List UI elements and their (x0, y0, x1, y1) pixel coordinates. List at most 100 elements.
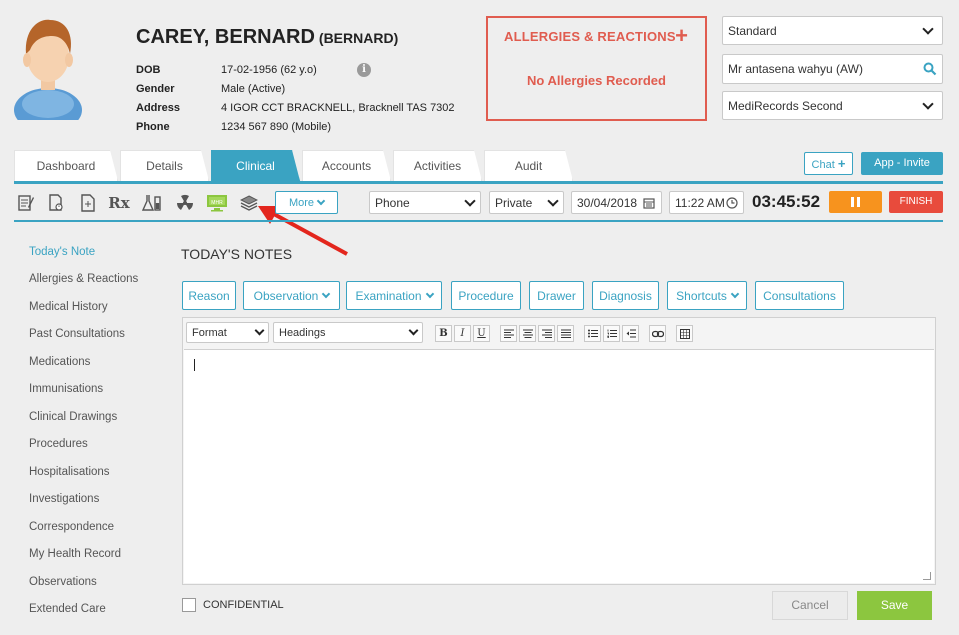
tab-dashboard[interactable]: Dashboard (14, 150, 118, 181)
allergies-panel: ALLERGIES & REACTIONS + No Allergies Rec… (486, 16, 707, 121)
observation-button[interactable]: Observation (243, 281, 340, 310)
patient-preferred-name: (BERNARD) (318, 30, 399, 46)
pause-button[interactable] (829, 191, 882, 213)
sidebar-item-hospitalisations[interactable]: Hospitalisations (29, 466, 110, 478)
confidential-checkbox[interactable] (182, 598, 196, 612)
appointment-type-select[interactable]: Standard (722, 16, 943, 45)
sidebar-item-procedures[interactable]: Procedures (29, 438, 88, 450)
address-value: 4 IGOR CCT BRACKNELL, Bracknell TAS 7302 (221, 102, 455, 114)
pause-icon (857, 197, 860, 207)
date-input[interactable]: 30/04/2018 (571, 191, 662, 214)
search-icon[interactable] (923, 62, 937, 76)
observation-label: Observation (253, 288, 319, 303)
calendar-icon[interactable] (643, 197, 655, 209)
format-value: Format (192, 326, 227, 339)
sidebar-item-immunisations[interactable]: Immunisations (29, 383, 103, 395)
text-cursor (194, 359, 195, 371)
headings-select[interactable]: Headings (273, 322, 423, 343)
drawer-button[interactable]: Drawer (529, 281, 584, 310)
reason-button[interactable]: Reason (182, 281, 236, 310)
confidential-label: CONFIDENTIAL (203, 599, 284, 611)
notes-icon[interactable] (15, 192, 37, 214)
underline-icon[interactable]: U (473, 325, 490, 342)
tab-activities[interactable]: Activities (393, 150, 482, 181)
reminder-icon[interactable] (45, 192, 67, 214)
radiation-icon[interactable] (174, 192, 196, 214)
note-text-area[interactable] (184, 349, 934, 583)
more-button[interactable]: More (275, 191, 338, 214)
resize-handle[interactable] (923, 572, 931, 580)
shortcuts-button[interactable]: Shortcuts (667, 281, 747, 310)
bullet-list-icon[interactable] (584, 325, 601, 342)
sidebar-item-my-health-record[interactable]: My Health Record (29, 548, 121, 560)
more-label: More (288, 196, 315, 209)
billing-select[interactable]: Private (489, 191, 564, 214)
time-input[interactable]: 11:22 AM (669, 191, 744, 214)
chevron-down-icon (425, 289, 434, 298)
consult-timer: 03:45:52 (752, 192, 821, 211)
add-allergy-icon[interactable]: + (675, 23, 688, 49)
chat-button[interactable]: Chat + (804, 152, 853, 175)
align-right-icon[interactable] (538, 325, 555, 342)
sidebar-item-past-consultations[interactable]: Past Consultations (29, 328, 125, 340)
clock-icon[interactable] (726, 196, 738, 209)
finish-button[interactable]: FINISH (889, 191, 943, 213)
diagnosis-button[interactable]: Diagnosis (592, 281, 659, 310)
examination-label: Examination (355, 288, 422, 303)
tab-audit[interactable]: Audit (484, 150, 573, 181)
time-value: 11:22 AM (675, 195, 725, 210)
tab-accounts[interactable]: Accounts (302, 150, 391, 181)
format-select[interactable]: Format (186, 322, 269, 343)
numbered-list-icon[interactable] (603, 325, 620, 342)
cancel-button[interactable]: Cancel (772, 591, 848, 620)
chevron-down-icon (922, 22, 934, 35)
bold-icon[interactable]: B (435, 325, 452, 342)
sidebar-item-extended-care[interactable]: Extended Care (29, 603, 106, 615)
consultations-button[interactable]: Consultations (755, 281, 844, 310)
table-icon[interactable] (676, 325, 693, 342)
save-button[interactable]: Save (857, 591, 932, 620)
lab-icon[interactable] (141, 192, 163, 214)
link-icon[interactable] (649, 325, 666, 342)
sidebar-item-investigations[interactable]: Investigations (29, 493, 99, 505)
app-invite-button[interactable]: App - Invite (861, 152, 943, 175)
mhr-label: MHR (211, 200, 223, 206)
shortcuts-label: Shortcuts (676, 288, 727, 303)
rich-text-editor: Format Headings B I U (182, 317, 936, 585)
appointment-type-value: Standard (728, 23, 777, 38)
prescription-icon[interactable]: Rx (108, 192, 130, 214)
sidebar-item-todays-note[interactable]: Today's Note (29, 246, 95, 258)
tab-details[interactable]: Details (120, 150, 209, 181)
italic-icon[interactable]: I (454, 325, 471, 342)
align-center-icon[interactable] (519, 325, 536, 342)
procedure-button[interactable]: Procedure (451, 281, 521, 310)
chevron-down-icon (464, 194, 476, 207)
sidebar-item-clinical-drawings[interactable]: Clinical Drawings (29, 411, 117, 423)
practitioner-search-input[interactable]: Mr antasena wahyu (AW) (722, 54, 943, 84)
mhr-monitor-icon[interactable]: MHR (205, 192, 229, 214)
sidebar-item-correspondence[interactable]: Correspondence (29, 521, 114, 533)
editor-toolbar: Format Headings B I U (183, 318, 935, 349)
sidebar-item-allergies[interactable]: Allergies & Reactions (29, 273, 138, 285)
examination-button[interactable]: Examination (346, 281, 442, 310)
contact-mode-value: Phone (375, 195, 410, 210)
headings-value: Headings (279, 326, 326, 339)
chevron-down-icon (730, 289, 740, 298)
info-icon[interactable]: i (357, 63, 371, 77)
chat-label: Chat (811, 159, 835, 171)
phone-label: Phone (136, 121, 170, 133)
align-justify-icon[interactable] (557, 325, 574, 342)
allergies-title: ALLERGIES & REACTIONS (504, 29, 676, 44)
outdent-icon[interactable] (622, 325, 639, 342)
sidebar-item-medical-history[interactable]: Medical History (29, 301, 108, 313)
document-icon[interactable] (77, 192, 99, 214)
location-select[interactable]: MediRecords Second (722, 91, 943, 120)
patient-avatar (12, 14, 84, 132)
sidebar-item-observations[interactable]: Observations (29, 576, 97, 588)
contact-mode-select[interactable]: Phone (369, 191, 481, 214)
align-left-icon[interactable] (500, 325, 517, 342)
tab-clinical[interactable]: Clinical (211, 150, 300, 181)
dob-label: DOB (136, 64, 161, 76)
sidebar-item-medications[interactable]: Medications (29, 356, 90, 368)
pause-icon (851, 197, 854, 207)
